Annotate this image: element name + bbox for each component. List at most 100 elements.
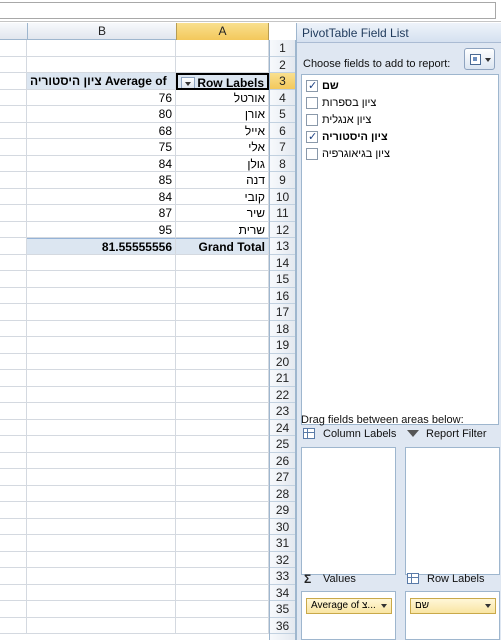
row-number[interactable]: 25 xyxy=(270,436,295,453)
row-label-cell[interactable]: קובי xyxy=(176,188,269,205)
average-value-cell[interactable]: 87 xyxy=(27,205,176,222)
filter-dropdown-button[interactable] xyxy=(181,77,195,88)
field-checkbox[interactable] xyxy=(306,114,318,126)
cell[interactable] xyxy=(0,617,27,634)
row-label-cell[interactable]: אורטל xyxy=(176,89,269,106)
row-number[interactable]: 20 xyxy=(270,354,295,370)
field-layout-button[interactable] xyxy=(464,48,495,70)
cell-b[interactable] xyxy=(27,601,176,618)
average-value-cell[interactable]: 84 xyxy=(27,188,176,205)
values-header-cell[interactable]: Average of ציון היסטוריה xyxy=(27,73,176,90)
cell[interactable] xyxy=(0,139,27,156)
column-header-partial[interactable] xyxy=(0,23,27,40)
field-checkbox[interactable] xyxy=(306,97,318,109)
cell-b[interactable] xyxy=(27,535,176,552)
cell[interactable] xyxy=(0,469,27,486)
chevron-down-icon[interactable] xyxy=(485,604,491,608)
row-number[interactable]: 6 xyxy=(270,123,295,139)
cell[interactable] xyxy=(0,370,27,387)
row-number[interactable]: 32 xyxy=(270,552,295,568)
row-number[interactable]: 15 xyxy=(270,271,295,288)
cell-a[interactable] xyxy=(176,370,269,387)
row-number[interactable]: 16 xyxy=(270,288,295,304)
cell[interactable] xyxy=(0,188,27,205)
cell[interactable] xyxy=(0,89,27,106)
cell-b[interactable] xyxy=(27,40,176,57)
cell[interactable] xyxy=(0,172,27,189)
cell[interactable] xyxy=(0,56,27,73)
cell[interactable] xyxy=(0,40,27,57)
cell-b[interactable] xyxy=(27,254,176,271)
row-number[interactable]: 13 xyxy=(270,238,295,255)
row-number[interactable]: 24 xyxy=(270,420,295,436)
row-field-chip[interactable]: שם xyxy=(410,598,496,614)
row-number[interactable]: 17 xyxy=(270,304,295,321)
cell[interactable] xyxy=(0,106,27,123)
row-number[interactable]: 22 xyxy=(270,387,295,403)
row-number[interactable]: 7 xyxy=(270,139,295,156)
cell-a[interactable] xyxy=(176,353,269,370)
cell-a[interactable] xyxy=(176,452,269,469)
cell[interactable] xyxy=(0,73,27,90)
cell-b[interactable] xyxy=(27,469,176,486)
cell-a[interactable] xyxy=(176,436,269,453)
cell[interactable] xyxy=(0,386,27,403)
cell-a[interactable] xyxy=(176,40,269,57)
cell-a[interactable] xyxy=(176,419,269,436)
cell-b[interactable] xyxy=(27,568,176,585)
values-area[interactable]: Average of צ... xyxy=(301,591,396,640)
cell-a[interactable] xyxy=(176,304,269,321)
cell-b[interactable] xyxy=(27,403,176,420)
row-number[interactable]: 27 xyxy=(270,469,295,486)
column-header-b[interactable]: B xyxy=(27,23,176,40)
cell-b[interactable] xyxy=(27,304,176,321)
average-value-cell[interactable]: 68 xyxy=(27,122,176,139)
field-checkbox[interactable] xyxy=(306,148,318,160)
cell-a[interactable] xyxy=(176,469,269,486)
cell[interactable] xyxy=(0,535,27,552)
row-number[interactable]: 4 xyxy=(270,90,295,106)
values-field-chip[interactable]: Average of צ... xyxy=(306,598,392,614)
cell[interactable] xyxy=(0,287,27,304)
row-number[interactable]: 9 xyxy=(270,172,295,189)
row-labels-header-cell[interactable]: Row Labels xyxy=(176,73,269,90)
row-number[interactable]: 21 xyxy=(270,370,295,387)
cell-a[interactable] xyxy=(176,601,269,618)
cell-a[interactable] xyxy=(176,485,269,502)
average-value-cell[interactable]: 84 xyxy=(27,155,176,172)
cell[interactable] xyxy=(0,254,27,271)
average-value-cell[interactable]: 75 xyxy=(27,139,176,156)
row-number[interactable]: 28 xyxy=(270,486,295,502)
cell-a[interactable] xyxy=(176,254,269,271)
cell[interactable] xyxy=(0,221,27,238)
formula-bar[interactable] xyxy=(0,0,501,22)
cell-a[interactable] xyxy=(176,518,269,535)
cell[interactable] xyxy=(0,485,27,502)
cell-a[interactable] xyxy=(176,568,269,585)
cell[interactable] xyxy=(0,568,27,585)
cell[interactable] xyxy=(0,403,27,420)
row-number[interactable]: 3 xyxy=(270,73,295,90)
cell-b[interactable] xyxy=(27,485,176,502)
cell-b[interactable] xyxy=(27,271,176,288)
cell[interactable] xyxy=(0,271,27,288)
cell-b[interactable] xyxy=(27,452,176,469)
cell-a[interactable] xyxy=(176,386,269,403)
cell[interactable] xyxy=(0,337,27,354)
row-number[interactable]: 29 xyxy=(270,502,295,519)
row-label-cell[interactable]: אלי xyxy=(176,139,269,156)
row-label-cell[interactable]: אורן xyxy=(176,106,269,123)
row-number[interactable]: 23 xyxy=(270,403,295,420)
grand-total-value[interactable]: 81.55555556 xyxy=(27,238,176,255)
cell-a[interactable] xyxy=(176,287,269,304)
cell[interactable] xyxy=(0,601,27,618)
row-label-cell[interactable]: גולן xyxy=(176,155,269,172)
row-number[interactable]: 30 xyxy=(270,519,295,535)
cell-b[interactable] xyxy=(27,337,176,354)
cell[interactable] xyxy=(0,205,27,222)
cell[interactable] xyxy=(0,502,27,519)
cell[interactable] xyxy=(0,419,27,436)
row-number[interactable]: 1 xyxy=(270,40,295,57)
cell[interactable] xyxy=(0,304,27,321)
row-number[interactable]: 14 xyxy=(270,255,295,271)
